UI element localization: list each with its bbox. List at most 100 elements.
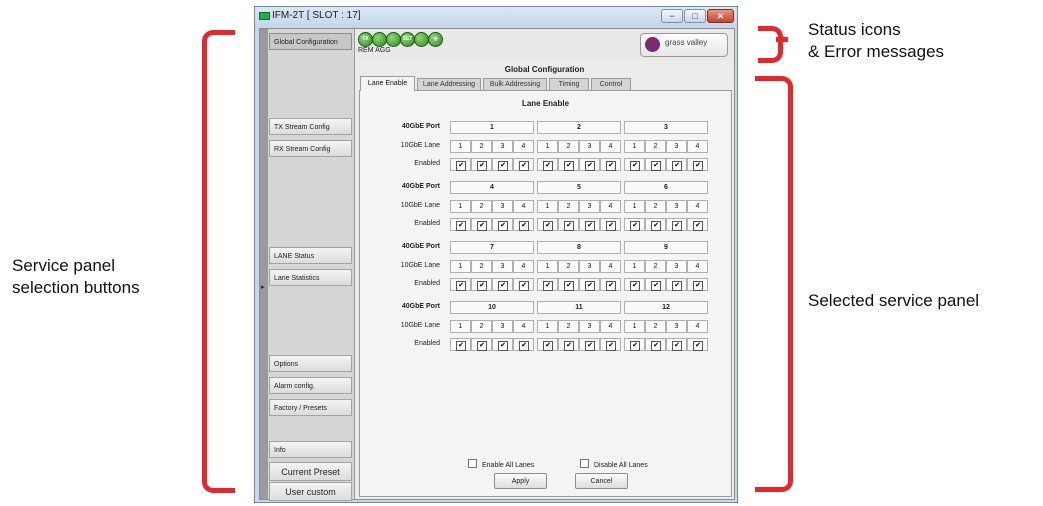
lane-enable-checkbox[interactable]: ✔ xyxy=(564,161,574,171)
lane-enable-checkbox[interactable]: ✔ xyxy=(693,221,703,231)
tab-lane-enable[interactable]: Lane Enable xyxy=(360,76,415,91)
lane-enable-checkbox[interactable]: ✔ xyxy=(543,281,553,291)
lane-enable-cell[interactable]: ✔ xyxy=(645,338,666,351)
lane-enable-checkbox[interactable]: ✔ xyxy=(630,161,640,171)
lane-enable-checkbox[interactable]: ✔ xyxy=(498,281,508,291)
status-set-icon[interactable]: SET xyxy=(400,32,415,47)
lane-enable-checkbox[interactable]: ✔ xyxy=(543,221,553,231)
lane-enable-cell[interactable]: ✔ xyxy=(513,218,534,231)
lane-enable-checkbox[interactable]: ✔ xyxy=(585,161,595,171)
lane-enable-cell[interactable]: ✔ xyxy=(600,158,621,171)
lane-enable-cell[interactable]: ✔ xyxy=(450,218,471,231)
lane-enable-cell[interactable]: ✔ xyxy=(492,158,513,171)
lane-enable-checkbox[interactable]: ✔ xyxy=(498,341,508,351)
lane-enable-cell[interactable]: ✔ xyxy=(579,218,600,231)
sidebar-item-factory-presets[interactable]: Factory / Presets xyxy=(269,399,352,416)
lane-enable-cell[interactable]: ✔ xyxy=(537,278,558,291)
lane-enable-cell[interactable]: ✔ xyxy=(666,338,687,351)
sidebar-item-lane-status[interactable]: LANE Status xyxy=(269,247,352,264)
lane-enable-checkbox[interactable]: ✔ xyxy=(543,161,553,171)
lane-enable-cell[interactable]: ✔ xyxy=(558,158,579,171)
lane-enable-checkbox[interactable]: ✔ xyxy=(651,161,661,171)
sidebar-item-lane-statistics[interactable]: Lane Statistics xyxy=(269,269,352,286)
lane-enable-checkbox[interactable]: ✔ xyxy=(498,221,508,231)
enable-all-lanes-checkbox[interactable] xyxy=(468,459,477,468)
cancel-button[interactable]: Cancel xyxy=(575,473,628,489)
lane-enable-cell[interactable]: ✔ xyxy=(471,338,492,351)
sidebar-item-current-preset[interactable]: Current Preset xyxy=(269,462,352,481)
lane-enable-cell[interactable]: ✔ xyxy=(558,218,579,231)
lane-enable-checkbox[interactable]: ✔ xyxy=(477,161,487,171)
lane-enable-cell[interactable]: ✔ xyxy=(687,278,708,291)
status-network-icon[interactable] xyxy=(386,32,401,47)
lane-enable-cell[interactable]: ✔ xyxy=(666,278,687,291)
lane-enable-cell[interactable]: ✔ xyxy=(624,338,645,351)
lane-enable-cell[interactable]: ✔ xyxy=(513,338,534,351)
lane-enable-checkbox[interactable]: ✔ xyxy=(543,341,553,351)
sidebar-item-global-configuration[interactable]: Global Configuration xyxy=(269,33,352,50)
lane-enable-cell[interactable]: ✔ xyxy=(687,338,708,351)
lane-enable-checkbox[interactable]: ✔ xyxy=(456,161,466,171)
apply-button[interactable]: Apply xyxy=(494,473,547,489)
lane-enable-cell[interactable]: ✔ xyxy=(558,338,579,351)
enable-all-lanes-option[interactable]: Enable All Lanes xyxy=(468,459,534,469)
lane-enable-cell[interactable]: ✔ xyxy=(624,158,645,171)
sidebar-item-user-custom[interactable]: User custom xyxy=(269,482,352,501)
lane-enable-checkbox[interactable]: ✔ xyxy=(456,341,466,351)
lane-enable-checkbox[interactable]: ✔ xyxy=(630,341,640,351)
lane-enable-checkbox[interactable]: ✔ xyxy=(456,281,466,291)
lane-enable-checkbox[interactable]: ✔ xyxy=(477,341,487,351)
lane-enable-checkbox[interactable]: ✔ xyxy=(606,341,616,351)
lane-enable-checkbox[interactable]: ✔ xyxy=(519,221,529,231)
lane-enable-checkbox[interactable]: ✔ xyxy=(651,221,661,231)
disable-all-lanes-checkbox[interactable] xyxy=(580,459,589,468)
lane-enable-cell[interactable]: ✔ xyxy=(450,338,471,351)
lane-enable-checkbox[interactable]: ✔ xyxy=(477,281,487,291)
lane-enable-cell[interactable]: ✔ xyxy=(471,278,492,291)
lane-enable-checkbox[interactable]: ✔ xyxy=(672,281,682,291)
status-tx-icon[interactable]: TX xyxy=(358,32,373,47)
lane-enable-checkbox[interactable]: ✔ xyxy=(564,281,574,291)
lane-enable-checkbox[interactable]: ✔ xyxy=(651,281,661,291)
lane-enable-cell[interactable]: ✔ xyxy=(600,218,621,231)
lane-enable-checkbox[interactable]: ✔ xyxy=(519,281,529,291)
restore-icon[interactable]: □ xyxy=(684,9,706,23)
lane-enable-checkbox[interactable]: ✔ xyxy=(672,341,682,351)
lane-enable-cell[interactable]: ✔ xyxy=(558,278,579,291)
lane-enable-checkbox[interactable]: ✔ xyxy=(585,221,595,231)
lane-enable-checkbox[interactable]: ✔ xyxy=(477,221,487,231)
lane-enable-checkbox[interactable]: ✔ xyxy=(564,341,574,351)
lane-enable-cell[interactable]: ✔ xyxy=(579,158,600,171)
lane-enable-cell[interactable]: ✔ xyxy=(471,158,492,171)
title-bar[interactable]: IFM-2T [ SLOT : 17] − □ ✕ xyxy=(255,7,737,27)
status-link-icon[interactable] xyxy=(372,32,387,47)
lane-enable-checkbox[interactable]: ✔ xyxy=(693,161,703,171)
status-add-icon[interactable]: + xyxy=(428,32,443,47)
tab-timing[interactable]: Timing xyxy=(549,78,589,90)
lane-enable-cell[interactable]: ✔ xyxy=(666,158,687,171)
lane-enable-cell[interactable]: ✔ xyxy=(579,278,600,291)
lane-enable-cell[interactable]: ✔ xyxy=(645,218,666,231)
lane-enable-checkbox[interactable]: ✔ xyxy=(630,281,640,291)
lane-enable-checkbox[interactable]: ✔ xyxy=(606,281,616,291)
minimize-icon[interactable]: − xyxy=(661,9,683,23)
lane-enable-cell[interactable]: ✔ xyxy=(645,278,666,291)
lane-enable-checkbox[interactable]: ✔ xyxy=(585,341,595,351)
lane-enable-checkbox[interactable]: ✔ xyxy=(456,221,466,231)
lane-enable-checkbox[interactable]: ✔ xyxy=(519,341,529,351)
lane-enable-cell[interactable]: ✔ xyxy=(645,158,666,171)
lane-enable-cell[interactable]: ✔ xyxy=(687,218,708,231)
lane-enable-cell[interactable]: ✔ xyxy=(579,338,600,351)
lane-enable-cell[interactable]: ✔ xyxy=(492,278,513,291)
expand-arrow-icon[interactable]: ▸ xyxy=(261,283,265,291)
lane-enable-cell[interactable]: ✔ xyxy=(537,338,558,351)
close-icon[interactable]: ✕ xyxy=(707,9,734,23)
lane-enable-cell[interactable]: ✔ xyxy=(624,218,645,231)
lane-enable-checkbox[interactable]: ✔ xyxy=(651,341,661,351)
lane-enable-checkbox[interactable]: ✔ xyxy=(672,161,682,171)
sidebar-item-rx-stream-config[interactable]: RX Stream Config xyxy=(269,140,352,157)
lane-enable-checkbox[interactable]: ✔ xyxy=(585,281,595,291)
lane-enable-checkbox[interactable]: ✔ xyxy=(693,281,703,291)
lane-enable-checkbox[interactable]: ✔ xyxy=(693,341,703,351)
lane-enable-cell[interactable]: ✔ xyxy=(687,158,708,171)
